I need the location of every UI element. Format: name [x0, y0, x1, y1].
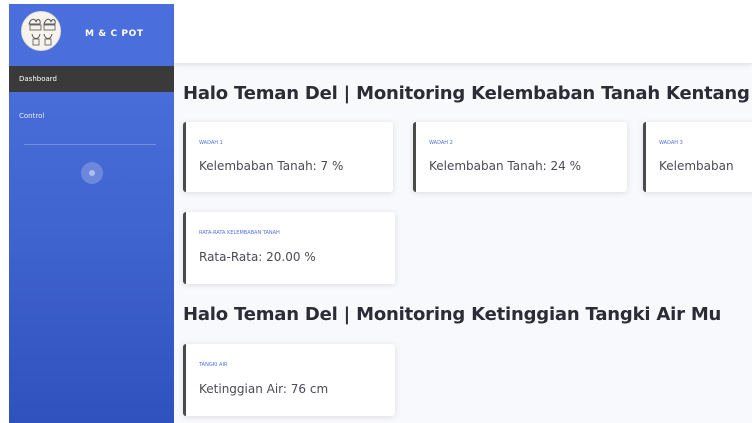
- soil-card-1: WADAH 1 Kelembaban Tanah: 7 %: [183, 122, 393, 192]
- sidebar-item-control[interactable]: Control: [9, 110, 174, 122]
- sidebar-item-dashboard[interactable]: Dashboard: [9, 66, 174, 92]
- card-title: WADAH 2: [429, 140, 453, 146]
- water-tank-card: TANGKI AIR Ketinggian Air: 76 cm: [183, 344, 395, 416]
- brand-name: M & C POT: [85, 29, 144, 39]
- card-value: Kelembaban: [659, 159, 734, 173]
- card-title: WADAH 3: [659, 140, 683, 146]
- sidebar: M & C POT Dashboard Control: [9, 4, 174, 423]
- sidebar-brand[interactable]: M & C POT: [9, 4, 174, 63]
- soil-moisture-heading: Halo Teman Del | Monitoring Kelembaban T…: [183, 83, 752, 104]
- sidebar-item-label: Dashboard: [19, 75, 57, 83]
- soil-card-3: WADAH 3 Kelembaban: [643, 122, 752, 192]
- water-tank-heading: Halo Teman Del | Monitoring Ketinggian T…: [183, 304, 722, 325]
- card-title: RATA-RATA KELEMBABAN TANAH: [199, 230, 280, 236]
- card-value: Ketinggian Air: 76 cm: [199, 382, 329, 396]
- card-value: Rata-Rata: 20.00 %: [199, 250, 316, 264]
- card-title: TANGKI AIR: [199, 362, 228, 368]
- app-window: M & C POT Dashboard Control Halo Teman D…: [9, 4, 752, 423]
- soil-card-2: WADAH 2 Kelembaban Tanah: 24 %: [413, 122, 627, 192]
- sidebar-divider: [24, 144, 156, 145]
- plant-pots-logo: [21, 11, 61, 51]
- average-moisture-card: RATA-RATA KELEMBABAN TANAH Rata-Rata: 20…: [183, 212, 395, 284]
- sidebar-item-label: Control: [19, 112, 45, 120]
- sidebar-toggle-icon: [89, 170, 95, 176]
- card-value: Kelembaban Tanah: 24 %: [429, 159, 582, 173]
- card-title: WADAH 1: [199, 140, 223, 146]
- sidebar-toggle-button[interactable]: [81, 162, 103, 184]
- topbar: [174, 4, 752, 63]
- card-value: Kelembaban Tanah: 7 %: [199, 159, 344, 173]
